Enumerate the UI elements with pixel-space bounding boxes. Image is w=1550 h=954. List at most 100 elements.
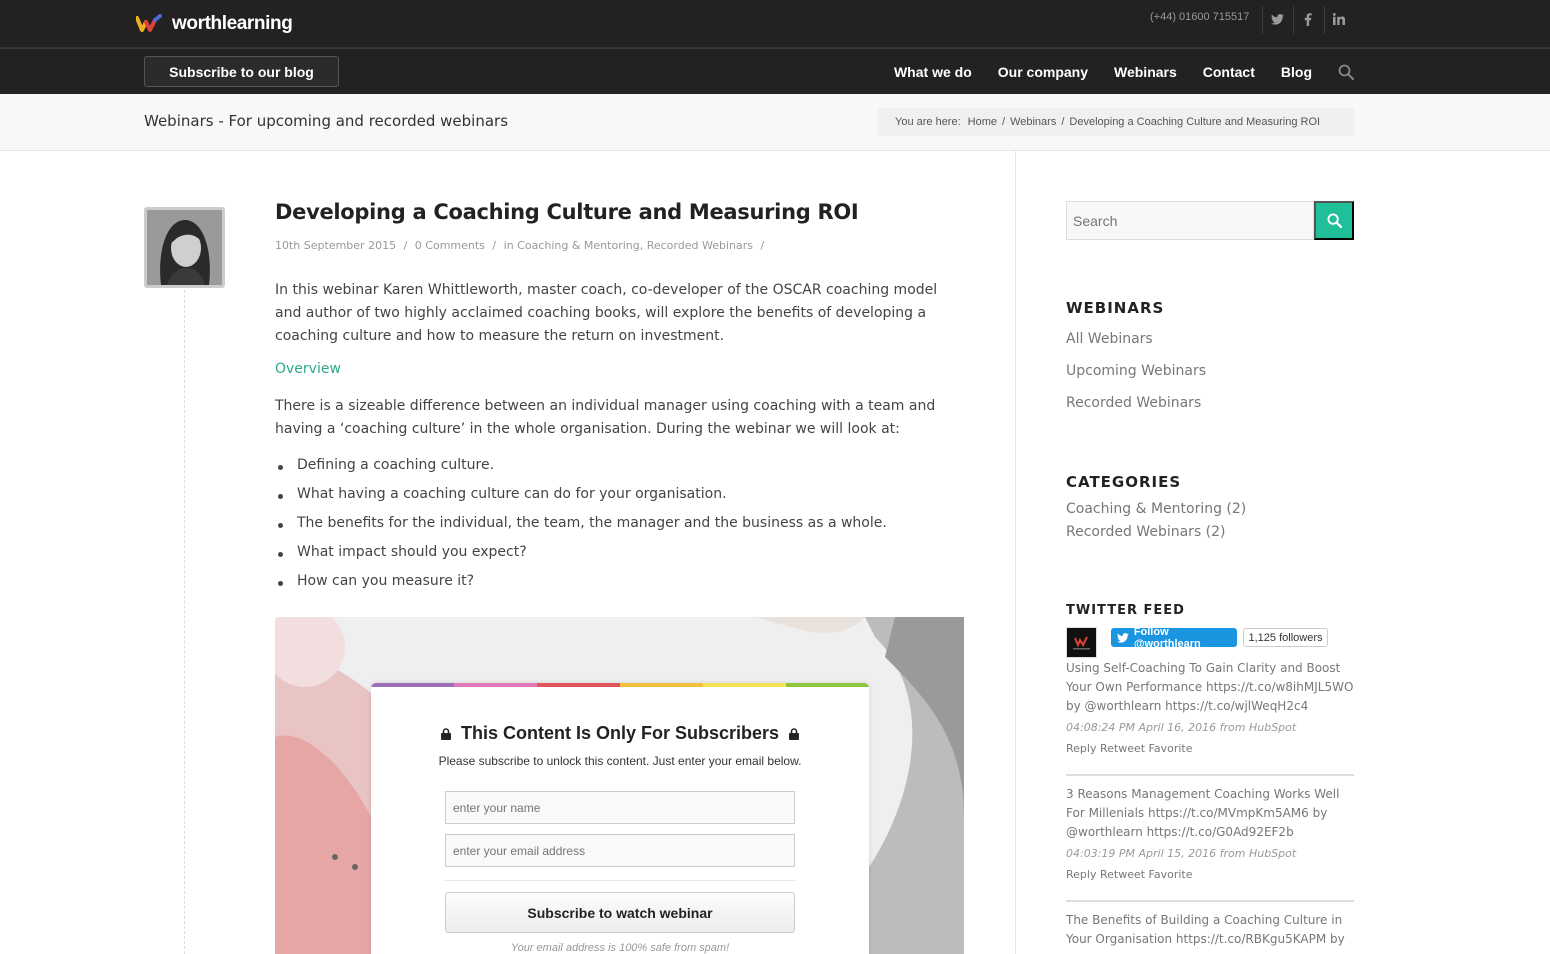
meta-separator: / xyxy=(403,239,408,252)
post-intro: In this webinar Karen Whittleworth, mast… xyxy=(275,282,938,344)
tweet-text[interactable]: Using Self-Coaching To Gain Clarity and … xyxy=(1066,659,1354,716)
divider xyxy=(1066,900,1354,902)
nav-blog[interactable]: Blog xyxy=(1281,64,1312,80)
list-item-text: The benefits for the individual, the tea… xyxy=(297,515,887,531)
post-comments-link[interactable]: 0 Comments xyxy=(415,239,485,252)
brand-name: worthlearning xyxy=(172,13,293,34)
twitter-profile-avatar[interactable] xyxy=(1066,627,1097,658)
divider xyxy=(1066,774,1354,776)
name-field[interactable] xyxy=(445,791,795,824)
main-nav: What we do Our company Webinars Contact … xyxy=(868,49,1354,95)
bullet-icon xyxy=(278,552,283,557)
link-all-webinars[interactable]: All Webinars xyxy=(1066,331,1153,347)
stripe-segment xyxy=(537,683,620,687)
tweet-favorite-link[interactable]: Favorite xyxy=(1149,868,1193,881)
tweet-favorite-link[interactable]: Favorite xyxy=(1149,742,1193,755)
tweet-timestamp: 04:08:24 PM April 16, 2016 from HubSpot xyxy=(1066,721,1297,734)
twitter-bird-icon xyxy=(1117,632,1129,643)
logo-mark-icon xyxy=(136,14,162,32)
tweet-item: The Benefits of Building a Coaching Cult… xyxy=(1066,911,1354,949)
bullet-icon xyxy=(278,465,283,470)
breadcrumb: You are here: Home / Webinars / Developi… xyxy=(878,108,1354,136)
main-nav-bar: Subscribe to our blog What we do Our com… xyxy=(0,48,1550,94)
list-item-text: How can you measure it? xyxy=(297,573,475,589)
page-title: Webinars - For upcoming and recorded web… xyxy=(144,112,509,130)
bullet-icon xyxy=(278,494,283,499)
timeline-line xyxy=(184,290,185,954)
follow-label: Follow @worthlearn xyxy=(1133,625,1201,650)
rainbow-stripe xyxy=(371,683,869,687)
linkedin-icon[interactable] xyxy=(1324,4,1354,34)
subscribe-webinar-button[interactable]: Subscribe to watch webinar xyxy=(445,892,795,933)
breadcrumb-current[interactable]: Developing a Coaching Culture and Measur… xyxy=(1069,116,1320,128)
tweet-text[interactable]: The Benefits of Building a Coaching Cult… xyxy=(1066,911,1354,949)
meta-in-label: in xyxy=(503,239,514,252)
tweet-retweet-link[interactable]: Retweet xyxy=(1100,742,1145,755)
tweet-text[interactable]: 3 Reasons Management Coaching Works Well… xyxy=(1066,785,1354,842)
list-item: The benefits for the individual, the tea… xyxy=(275,515,887,544)
nav-our-company[interactable]: Our company xyxy=(998,64,1088,80)
link-recorded-webinars[interactable]: Recorded Webinars xyxy=(1066,395,1201,411)
stripe-segment xyxy=(786,683,869,687)
nav-contact[interactable]: Contact xyxy=(1203,64,1255,80)
nav-webinars[interactable]: Webinars xyxy=(1114,64,1177,80)
email-field[interactable] xyxy=(445,834,795,867)
post-date: 10th September 2015 xyxy=(275,239,397,252)
subscriber-lock-panel: This Content Is Only For Subscribers Ple… xyxy=(275,617,964,954)
search-icon[interactable] xyxy=(1338,64,1354,80)
site-logo[interactable]: worthlearning xyxy=(136,12,293,36)
followers-count: 1,125 followers xyxy=(1243,628,1328,647)
list-item-text: What impact should you expect? xyxy=(297,544,527,560)
breadcrumb-separator: / xyxy=(1061,116,1065,128)
stripe-segment xyxy=(703,683,786,687)
sidebar-divider xyxy=(1015,151,1016,954)
tweet-retweet-link[interactable]: Retweet xyxy=(1100,868,1145,881)
meta-separator: / xyxy=(760,239,765,252)
webinars-widget-title: WEBINARS xyxy=(1066,299,1165,317)
phone-number: (+44) 01600 715517 xyxy=(1150,11,1250,23)
tweet-actions: Reply Retweet Favorite xyxy=(1066,742,1354,755)
top-bar: worthlearning (+44) 01600 715517 xyxy=(0,0,1550,48)
search-icon xyxy=(1326,213,1342,228)
stripe-segment xyxy=(371,683,454,687)
sidebar-search-input[interactable] xyxy=(1066,201,1314,240)
twitter-follow-button[interactable]: Follow @worthlearn xyxy=(1111,625,1237,650)
post-title[interactable]: Developing a Coaching Culture and Measur… xyxy=(275,200,859,224)
stripe-segment xyxy=(620,683,703,687)
category-recorded-webinars[interactable]: Recorded Webinars (2) xyxy=(1066,524,1226,540)
title-bar: Webinars - For upcoming and recorded web… xyxy=(0,94,1550,151)
twitter-widget-title: TWITTER FEED xyxy=(1066,603,1185,618)
tweet-actions: Reply Retweet Favorite xyxy=(1066,868,1354,881)
subscribe-card: This Content Is Only For Subscribers Ple… xyxy=(371,683,869,954)
overview-heading: Overview xyxy=(275,361,341,377)
breadcrumb-separator: / xyxy=(1002,116,1006,128)
topic-list: Defining a coaching culture. What having… xyxy=(275,457,887,602)
meta-separator: / xyxy=(492,239,497,252)
categories-widget-title: CATEGORIES xyxy=(1066,473,1182,491)
tweet-reply-link[interactable]: Reply xyxy=(1066,868,1096,881)
subscribe-heading: This Content Is Only For Subscribers xyxy=(371,723,869,744)
subscribe-heading-text: This Content Is Only For Subscribers xyxy=(460,723,780,743)
list-item: What having a coaching culture can do fo… xyxy=(275,486,887,515)
twitter-icon[interactable] xyxy=(1262,4,1292,34)
author-avatar xyxy=(144,207,225,288)
subscribe-description: Please subscribe to unlock this content.… xyxy=(438,754,802,768)
breadcrumb-webinars[interactable]: Webinars xyxy=(1010,116,1056,128)
lock-icon xyxy=(789,727,800,740)
divider xyxy=(445,880,795,881)
breadcrumb-home[interactable]: Home xyxy=(968,116,997,128)
stripe-segment xyxy=(454,683,537,687)
nav-what-we-do[interactable]: What we do xyxy=(894,64,972,80)
link-upcoming-webinars[interactable]: Upcoming Webinars xyxy=(1066,363,1206,379)
tweet-reply-link[interactable]: Reply xyxy=(1066,742,1096,755)
sidebar-search-button[interactable] xyxy=(1314,201,1354,240)
facebook-icon[interactable] xyxy=(1293,4,1323,34)
bullet-icon xyxy=(278,523,283,528)
subscribe-blog-button[interactable]: Subscribe to our blog xyxy=(144,56,339,87)
list-item: Defining a coaching culture. xyxy=(275,457,887,486)
category-coaching-mentoring[interactable]: Coaching & Mentoring (2) xyxy=(1066,501,1246,517)
post-categories-link[interactable]: Coaching & Mentoring, Recorded Webinars xyxy=(517,239,753,252)
lock-icon xyxy=(440,727,451,740)
post-meta: 10th September 2015 / 0 Comments / in Co… xyxy=(275,239,768,252)
breadcrumb-prefix: You are here: xyxy=(895,116,961,128)
